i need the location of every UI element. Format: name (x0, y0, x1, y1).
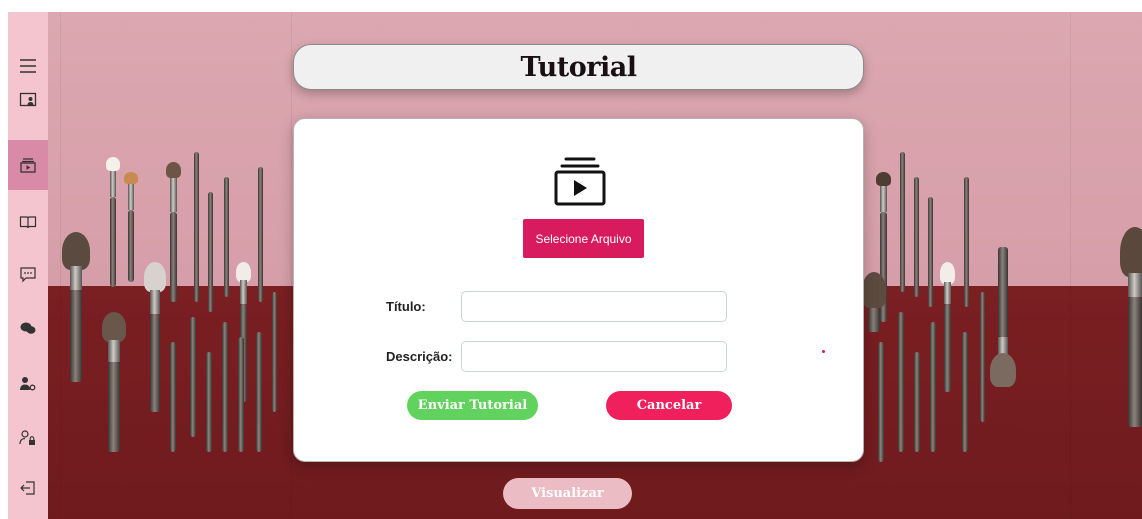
user-settings-icon (20, 377, 36, 391)
brush-decoration (1120, 227, 1142, 427)
video-tutorial-icon (20, 158, 36, 173)
menu-icon (20, 59, 36, 73)
sidebar-item-logout[interactable] (8, 470, 48, 506)
brush-decoration (62, 232, 90, 382)
brush-decoration (106, 157, 120, 287)
brush-decoration (222, 322, 228, 452)
tutorial-form-card: Selecione Arquivo Título: Descrição: Env… (293, 118, 864, 462)
logout-icon (20, 481, 35, 495)
page-title: Tutorial (520, 51, 637, 83)
brush-decoration (272, 292, 277, 412)
brush-decoration (878, 342, 884, 462)
sidebar-item-tutorial[interactable] (8, 140, 48, 190)
menu-button[interactable] (8, 48, 48, 84)
title-input[interactable] (461, 291, 727, 322)
sidebar-item-user-lock[interactable] (8, 420, 48, 456)
community-icon (20, 322, 36, 334)
sidebar-item-community[interactable] (8, 310, 48, 346)
brush-decoration (238, 337, 244, 452)
brush-decoration (928, 197, 933, 307)
user-lock-icon (19, 430, 35, 445)
sidebar (8, 12, 48, 519)
book-icon (19, 216, 37, 229)
brush-decoration (190, 317, 196, 437)
required-indicator (822, 350, 825, 353)
brush-decoration (940, 262, 955, 392)
chat-icon (20, 267, 36, 283)
profile-card-icon (19, 92, 37, 107)
sidebar-item-profile[interactable] (8, 82, 48, 118)
brush-decoration (124, 172, 138, 282)
brush-decoration (144, 262, 166, 412)
brush-decoration (862, 272, 886, 332)
brush-decoration (224, 177, 229, 297)
video-upload-icon (554, 157, 606, 206)
select-file-button[interactable]: Selecione Arquivo (523, 219, 644, 258)
sidebar-item-user-settings[interactable] (8, 366, 48, 402)
send-tutorial-button[interactable]: Enviar Tutorial (407, 391, 538, 420)
brush-decoration (102, 312, 126, 452)
title-label: Título: (386, 299, 426, 314)
description-label: Descrição: (386, 349, 453, 364)
page-header: Tutorial (293, 44, 864, 90)
brush-decoration (990, 247, 1016, 387)
brush-decoration (256, 332, 262, 452)
cancel-button[interactable]: Cancelar (606, 391, 732, 420)
brush-decoration (898, 312, 904, 452)
view-button[interactable]: Visualizar (503, 478, 632, 509)
brush-decoration (258, 167, 263, 302)
brush-decoration (930, 322, 936, 452)
brush-decoration (964, 177, 969, 307)
sidebar-item-chat[interactable] (8, 256, 48, 292)
brush-decoration (914, 177, 919, 297)
description-input[interactable] (461, 341, 727, 372)
brush-decoration (194, 152, 199, 302)
brush-decoration (170, 342, 176, 452)
brush-decoration (914, 352, 920, 452)
brush-decoration (206, 352, 212, 452)
brush-decoration (980, 292, 985, 422)
brush-decoration (900, 152, 905, 292)
brush-decoration (962, 332, 968, 452)
sidebar-item-book[interactable] (8, 204, 48, 240)
brush-decoration (166, 162, 181, 302)
brush-decoration (208, 192, 213, 312)
